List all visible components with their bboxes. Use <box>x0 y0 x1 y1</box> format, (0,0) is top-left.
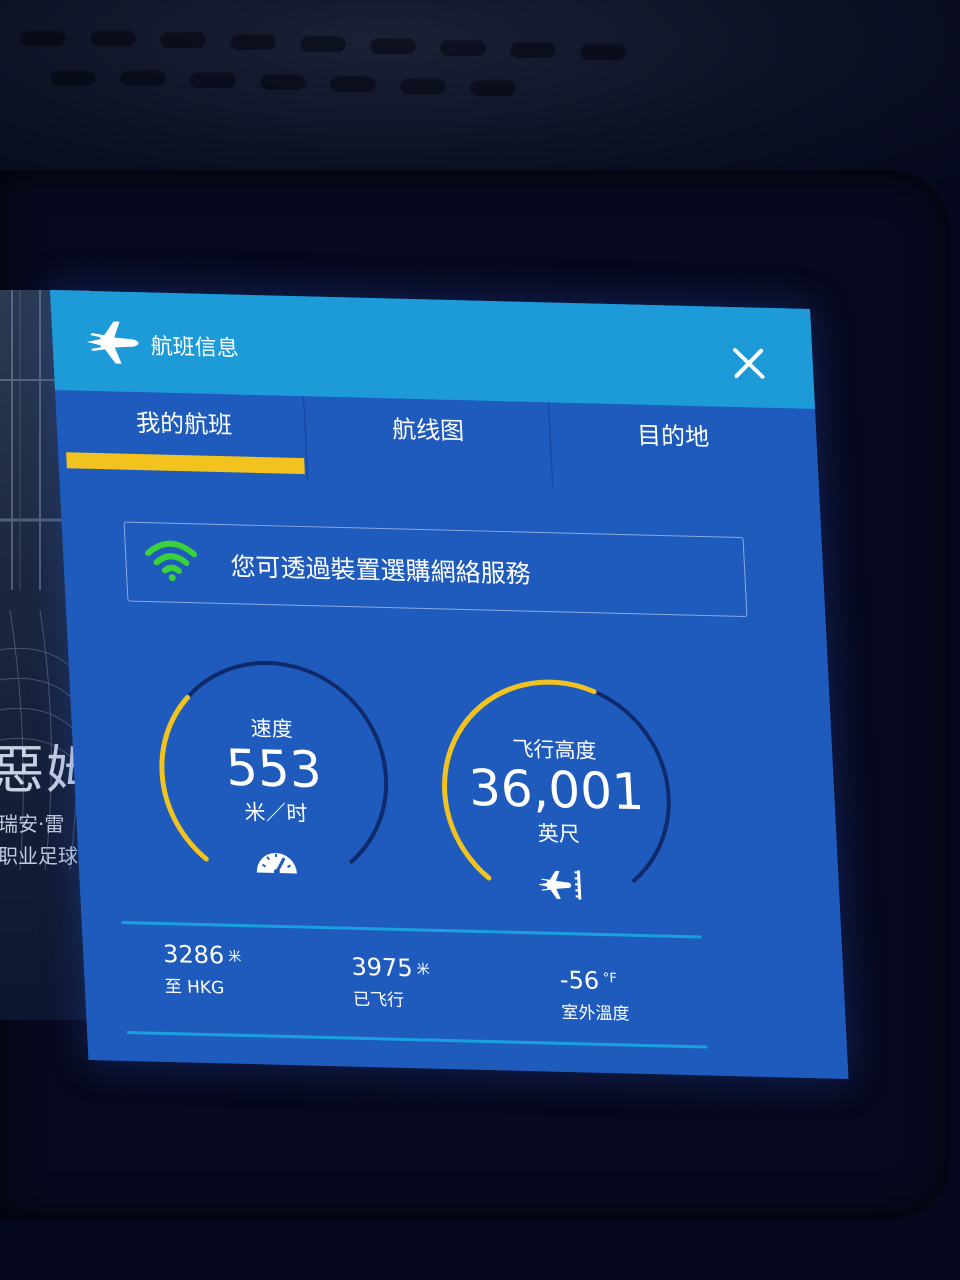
outside-temperature: -56 °F 室外溫度 <box>559 966 630 1025</box>
distance-to-destination: 3286 米 至 HKG <box>162 940 243 999</box>
distance-to-destination-label: 至 HKG <box>164 977 225 999</box>
panel-title: 航班信息 <box>150 334 240 362</box>
distance-flown-value: 3975 <box>350 952 414 983</box>
close-icon[interactable] <box>730 345 768 382</box>
wifi-icon <box>145 540 198 582</box>
outside-temperature-unit: °F <box>602 970 618 987</box>
ife-screen: 惡姆 瑞安·雷 职业足球 航班信息 我的航班 航线图 目的地 您可透過裝置選購網… <box>0 0 960 1280</box>
distance-flown-label: 已飞行 <box>352 989 405 1011</box>
distance-flown-unit: 米 <box>416 962 431 978</box>
tab-route-map[interactable]: 航线图 <box>304 396 553 486</box>
distance-to-destination-unit: 米 <box>227 949 242 965</box>
altitude-unit: 英尺 <box>537 821 581 847</box>
speed-gauge: 速度 553 米／时 <box>148 652 400 898</box>
altitude-plane-icon <box>538 870 582 900</box>
background-subtitle: 职业足球 <box>0 844 78 868</box>
panel-header: 航班信息 <box>50 290 815 409</box>
altitude-value: 36,001 <box>467 758 646 822</box>
tab-bar: 我的航班 航线图 目的地 <box>55 390 820 499</box>
flight-info-panel: 航班信息 我的航班 航线图 目的地 您可透過裝置選購網絡服務 速度 553 米／… <box>50 290 849 1079</box>
speed-value: 553 <box>224 738 323 800</box>
airplane-icon <box>86 321 139 364</box>
altitude-gauge: 飞行高度 36,001 英尺 <box>431 671 683 917</box>
stats-divider-top <box>121 921 702 939</box>
background-subtitle: 瑞安·雷 <box>0 812 65 836</box>
vent-grille <box>0 30 960 110</box>
tab-destination[interactable]: 目的地 <box>549 402 798 492</box>
outside-temperature-label: 室外溫度 <box>561 1002 631 1025</box>
wifi-message: 您可透過裝置選購網絡服務 <box>229 552 532 589</box>
wifi-banner[interactable]: 您可透過裝置選購網絡服務 <box>123 521 748 618</box>
stats-divider-bottom <box>127 1031 708 1049</box>
outside-temperature-value: -56 <box>559 965 600 995</box>
distance-to-destination-value: 3286 <box>162 940 225 970</box>
distance-flown: 3975 米 已飞行 <box>351 953 432 1012</box>
speedometer-icon <box>256 852 297 875</box>
speed-unit: 米／时 <box>243 800 308 826</box>
